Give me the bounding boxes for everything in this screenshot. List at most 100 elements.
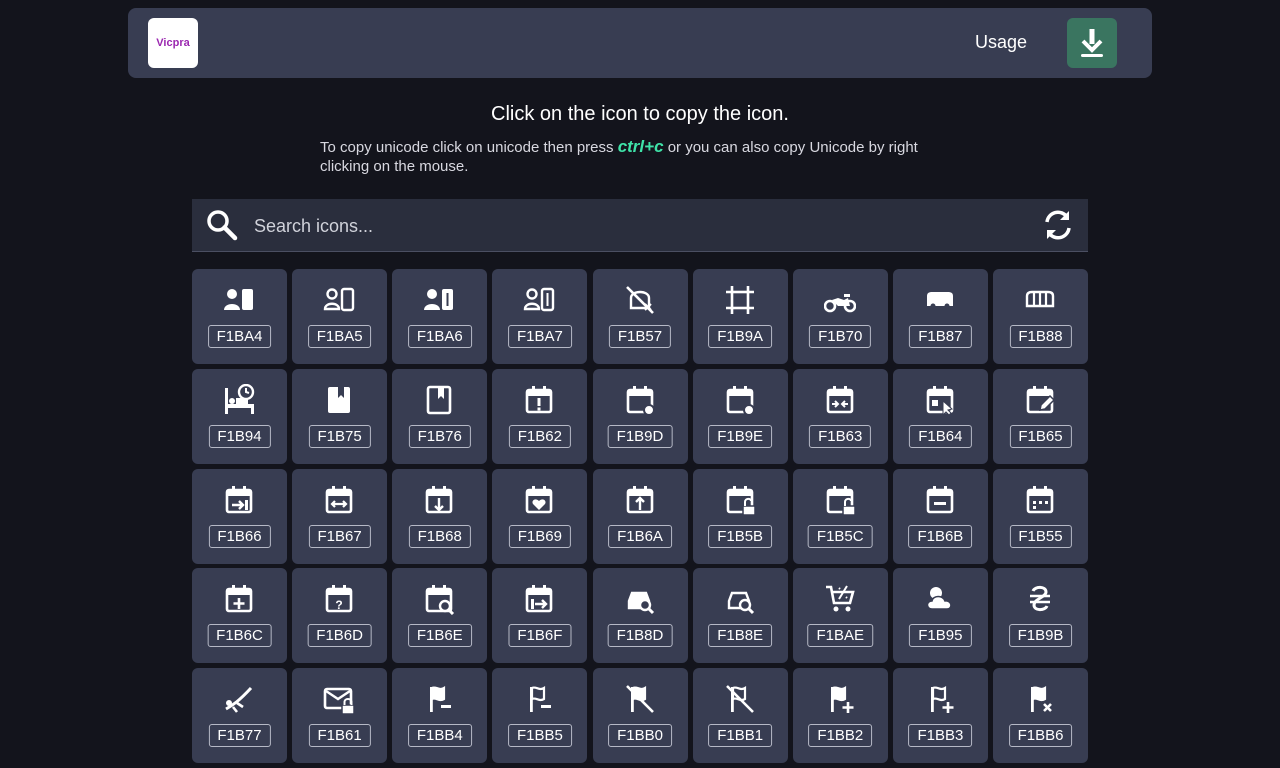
unicode-label[interactable]: F1B75 [308,424,371,448]
icon-tile[interactable]: F1BB1 [692,668,788,763]
icon-tile[interactable]: F1B5B [692,468,788,564]
icon-tile[interactable]: F1B95 [892,568,988,664]
unicode-label[interactable]: F1B6E [407,624,472,648]
calendar-export-icon[interactable] [423,484,455,516]
icon-tile[interactable]: F1B70 [792,269,888,364]
calendar-search-icon[interactable] [423,583,455,616]
unicode-label[interactable]: F1B66 [208,524,271,548]
unicode-label[interactable]: F1B67 [308,524,371,548]
refresh-icon[interactable] [1042,209,1074,246]
unicode-label[interactable]: F1B65 [1009,424,1072,448]
unicode-label[interactable]: F1B9E [708,424,773,448]
icon-tile[interactable]: F1B9A [692,269,788,364]
icon-tile[interactable]: F1BA7 [492,269,588,364]
unicode-label[interactable]: F1BAE [807,624,874,648]
icon-tile[interactable]: F1BA6 [392,269,488,364]
icon-tile[interactable]: F1B94 [192,368,287,464]
unicode-label[interactable]: F1B6F [508,624,572,648]
calendar-lock-open-outline-icon[interactable] [824,484,856,516]
icon-tile[interactable]: F1B9E [692,368,788,464]
calendar-question-icon[interactable]: ? [323,583,355,615]
email-lock-outline-icon[interactable] [323,683,355,715]
unicode-label[interactable]: F1B55 [1009,524,1072,548]
calendar-cursor-icon[interactable] [924,384,956,416]
icon-tile[interactable]: F1B6C [192,568,287,664]
unicode-label[interactable]: F1BB4 [407,724,472,747]
calendar-collapse-icon[interactable] [824,384,856,416]
unicode-label[interactable]: F1B57 [608,325,672,348]
account-box-plus-outline-icon[interactable] [523,284,555,316]
flag-off-icon[interactable] [624,683,656,715]
unicode-label[interactable]: F1B61 [308,724,371,747]
unicode-label[interactable]: F1BB1 [708,724,773,747]
account-box-outline-icon[interactable] [323,284,355,316]
unicode-label[interactable]: F1B6C [207,624,272,648]
icon-tile[interactable]: F1B61 [292,668,388,763]
icon-tile[interactable]: F1B75 [292,368,388,464]
calendar-expand-icon[interactable] [323,484,355,516]
unicode-label[interactable]: F1B76 [408,424,471,448]
icon-tile[interactable]: F1B57 [592,269,688,364]
unicode-label[interactable]: F1BB5 [507,724,572,747]
flag-plus-icon[interactable] [824,683,856,715]
unicode-label[interactable]: F1BB2 [808,724,873,747]
unicode-label[interactable]: F1B5C [807,524,873,548]
diving-icon[interactable] [223,683,255,715]
search-input[interactable] [252,209,1016,243]
usage-link[interactable]: Usage [975,32,1027,53]
icon-tile[interactable]: F1B66 [192,468,287,564]
icon-tile[interactable]: F1BB6 [993,668,1088,763]
icon-tile[interactable]: F1B6A [592,468,688,564]
unicode-label[interactable]: F1BB3 [908,724,973,747]
icon-tile[interactable]: F1B55 [993,468,1088,564]
motorbike-icon[interactable] [823,284,856,316]
search-icon[interactable] [206,209,238,246]
unicode-label[interactable]: F1B70 [809,325,872,348]
unicode-label[interactable]: F1BA4 [207,325,272,348]
icon-tile[interactable]: F1BA4 [192,269,287,364]
unicode-label[interactable]: F1B64 [909,424,972,448]
book-bookmark-outline-icon[interactable] [423,384,455,416]
bus-side-icon[interactable] [924,284,956,316]
icon-tile[interactable]: F1B76 [392,368,488,464]
flag-remove-icon[interactable] [1024,683,1056,715]
unicode-label[interactable]: F1B8D [607,624,673,648]
unicode-label[interactable]: F1BB6 [1008,724,1073,747]
icon-tile[interactable]: F1B6E [392,568,488,664]
unicode-label[interactable]: F1B88 [1009,325,1072,348]
unicode-label[interactable]: F1B63 [809,424,872,448]
icon-tile[interactable]: F1B62 [492,368,588,464]
icon-tile[interactable]: F1BAE [792,568,888,664]
bell-cancel-icon[interactable] [624,284,656,316]
calendar-heart-icon[interactable] [523,484,555,516]
icon-tile[interactable]: F1B8E [692,568,788,664]
icon-tile[interactable]: F1BB2 [792,668,888,763]
bed-clock-icon[interactable] [223,383,255,416]
calendar-start-icon[interactable] [523,583,555,615]
unicode-label[interactable]: F1B95 [909,624,972,648]
car-search-icon[interactable] [624,583,656,615]
icon-tile[interactable]: F1BB5 [492,668,588,763]
car-search-outline-icon[interactable] [724,583,756,615]
unicode-label[interactable]: F1B6A [608,524,672,548]
unicode-label[interactable]: F1B6D [307,624,372,648]
unicode-label[interactable]: F1B9D [607,424,673,448]
icon-tile[interactable]: F1B67 [292,468,388,564]
icon-tile[interactable]: F1B9D [592,368,688,464]
unicode-label[interactable]: F1B9B [1008,624,1073,648]
border-box-icon[interactable] [724,284,756,316]
icon-tile[interactable]: F1B5C [792,468,888,564]
unicode-label[interactable]: F1B6B [908,524,973,548]
icon-tile[interactable]: F1B69 [492,468,588,564]
book-bookmark-icon[interactable] [323,384,355,416]
calendar-minus-icon[interactable] [924,484,956,516]
icon-tile[interactable]: F1BB3 [892,668,988,763]
icon-tile[interactable]: F1BA5 [292,269,388,364]
unicode-label[interactable]: F1B69 [508,524,571,548]
cart-percent-icon[interactable] [824,583,856,615]
account-box-icon[interactable] [223,284,255,316]
unicode-label[interactable]: F1B62 [508,424,571,448]
calendar-dots-icon[interactable] [1024,484,1056,516]
icon-tile[interactable]: ? F1B6D [292,568,388,664]
calendar-lock-open-icon[interactable] [724,484,756,516]
